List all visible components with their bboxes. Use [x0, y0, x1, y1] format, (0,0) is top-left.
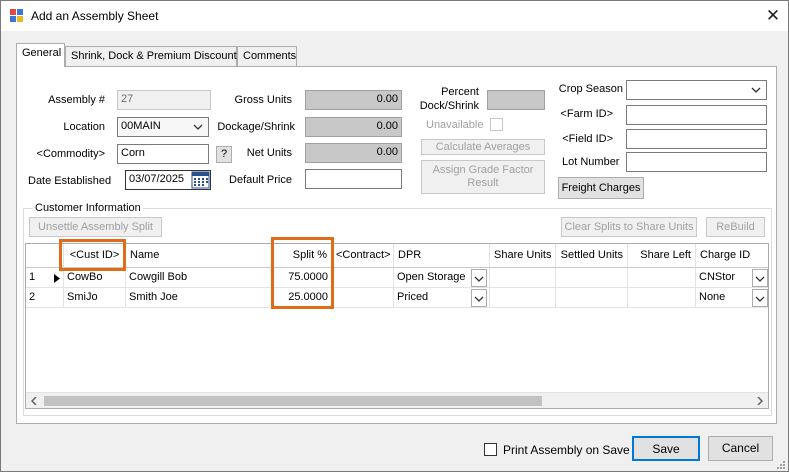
percent-dock-shrink-field: [487, 90, 545, 110]
chevron-down-icon: [755, 276, 765, 282]
cell-name[interactable]: Smith Joe: [126, 288, 274, 308]
save-button[interactable]: Save: [632, 436, 700, 461]
title-bar: Add an Assembly Sheet ✕: [1, 1, 788, 31]
dpr-dropdown[interactable]: [471, 289, 487, 307]
lot-number-field[interactable]: [626, 152, 767, 172]
assign-grade-factor-button[interactable]: Assign Grade Factor Result: [421, 160, 545, 194]
scroll-right-icon[interactable]: [757, 397, 763, 405]
dock-shrink-label: Dock/Shrink: [419, 100, 479, 112]
cell-contract[interactable]: [332, 268, 394, 288]
cell-charge-id-value: None: [699, 291, 726, 303]
commodity-field[interactable]: Corn: [117, 144, 209, 164]
farm-id-field[interactable]: [626, 105, 767, 125]
cell-settled-units[interactable]: [556, 268, 628, 288]
table-row[interactable]: 2: [26, 288, 64, 308]
chevron-down-icon: [755, 296, 765, 302]
charge-id-dropdown[interactable]: [752, 269, 768, 287]
cell-share-left[interactable]: [628, 268, 696, 288]
resize-grip-icon[interactable]: [775, 459, 785, 469]
cell-dpr-value: Open Storage: [397, 271, 466, 283]
col-charge-id[interactable]: Charge ID: [696, 244, 768, 268]
assembly-label: Assembly #: [48, 94, 105, 106]
app-icon: [10, 9, 23, 22]
gross-units-field: 0.00: [305, 90, 402, 110]
cell-share-units[interactable]: [490, 268, 556, 288]
horizontal-scrollbar[interactable]: [26, 392, 768, 408]
assign-grade-line1: Assign Grade Factor: [432, 164, 534, 176]
col-share-units[interactable]: Share Units: [490, 244, 556, 268]
tab-shrink-dock-premium[interactable]: Shrink, Dock & Premium Discount: [65, 46, 237, 66]
cell-cust-id[interactable]: CowBo: [64, 268, 126, 288]
row-number: 2: [29, 291, 36, 303]
unavailable-label: Unavailable: [426, 119, 484, 131]
cell-contract[interactable]: [332, 288, 394, 308]
row-pointer-icon: [54, 274, 60, 283]
row-number: 1: [29, 271, 36, 283]
rebuild-button[interactable]: ReBuild: [706, 217, 765, 237]
customer-grid: <Cust ID> Name Split % <Contract> DPR Sh…: [25, 243, 769, 409]
col-name[interactable]: Name: [126, 244, 274, 268]
col-share-left[interactable]: Share Left: [628, 244, 696, 268]
location-label: Location: [63, 121, 105, 133]
crop-season-label: Crop Season: [558, 83, 623, 95]
default-price-label: Default Price: [229, 174, 292, 186]
dialog-window: Add an Assembly Sheet ✕ General Shrink, …: [0, 0, 789, 472]
assembly-number-field: 27: [117, 90, 211, 110]
col-dpr[interactable]: DPR: [394, 244, 490, 268]
charge-id-dropdown[interactable]: [752, 289, 768, 307]
cell-charge-id-value: CNStor: [699, 271, 736, 283]
highlight-split-percent: [271, 237, 334, 309]
cell-cust-id[interactable]: SmiJo: [64, 288, 126, 308]
unsettle-assembly-split-button[interactable]: Unsettle Assembly Split: [29, 217, 162, 237]
scrollbar-thumb[interactable]: [44, 396, 542, 406]
dpr-dropdown[interactable]: [471, 269, 487, 287]
cell-dpr-value: Priced: [397, 291, 429, 303]
field-id-label[interactable]: <Field ID>: [553, 133, 613, 145]
percent-label: Percent: [441, 86, 479, 98]
chevron-down-icon: [751, 87, 761, 93]
field-id-field[interactable]: [626, 129, 767, 149]
customer-info-label: Customer Information: [33, 202, 143, 214]
chevron-down-icon: [474, 276, 484, 282]
clear-splits-button[interactable]: Clear Splits to Share Units: [561, 217, 697, 237]
chevron-down-icon: [193, 124, 203, 130]
tab-comments[interactable]: Comments: [237, 46, 297, 66]
location-select[interactable]: 00MAIN: [117, 117, 209, 137]
dockage-shrink-label: Dockage/Shrink: [217, 121, 295, 133]
chevron-down-icon: [474, 296, 484, 302]
cell-settled-units[interactable]: [556, 288, 628, 308]
print-assembly-label[interactable]: Print Assembly on Save: [503, 443, 630, 457]
print-assembly-checkbox[interactable]: [484, 443, 497, 456]
highlight-cust-id: [59, 239, 126, 271]
col-settled-units[interactable]: Settled Units: [556, 244, 628, 268]
date-established-label: Date Established: [28, 175, 112, 187]
farm-id-label[interactable]: <Farm ID>: [553, 108, 613, 120]
location-value: 00MAIN: [121, 120, 161, 132]
cancel-button[interactable]: Cancel: [708, 436, 773, 461]
window-title: Add an Assembly Sheet: [31, 9, 159, 23]
commodity-label[interactable]: <Commodity>: [31, 148, 105, 160]
close-icon[interactable]: ✕: [761, 5, 785, 27]
lot-number-label: Lot Number: [562, 156, 620, 168]
net-units-label: Net Units: [246, 147, 292, 159]
calculate-averages-button[interactable]: Calculate Averages: [421, 139, 545, 155]
gross-units-label: Gross Units: [234, 94, 292, 106]
cell-name[interactable]: Cowgill Bob: [126, 268, 274, 288]
table-row[interactable]: 1: [26, 268, 64, 288]
date-established-value: 03/07/2025: [129, 173, 185, 185]
cell-share-units[interactable]: [490, 288, 556, 308]
scroll-left-icon[interactable]: [31, 397, 37, 405]
assign-grade-line2: Result: [467, 177, 499, 189]
net-units-field: 0.00: [305, 143, 402, 163]
crop-season-select[interactable]: [626, 80, 767, 100]
default-price-field[interactable]: [305, 169, 402, 189]
calendar-icon[interactable]: [191, 170, 211, 190]
tab-general[interactable]: General: [16, 43, 65, 67]
cell-share-left[interactable]: [628, 288, 696, 308]
freight-charges-button[interactable]: Freight Charges: [558, 177, 644, 199]
unavailable-checkbox[interactable]: [490, 118, 503, 131]
dockage-shrink-field: 0.00: [305, 117, 402, 137]
col-contract[interactable]: <Contract>: [332, 244, 394, 268]
